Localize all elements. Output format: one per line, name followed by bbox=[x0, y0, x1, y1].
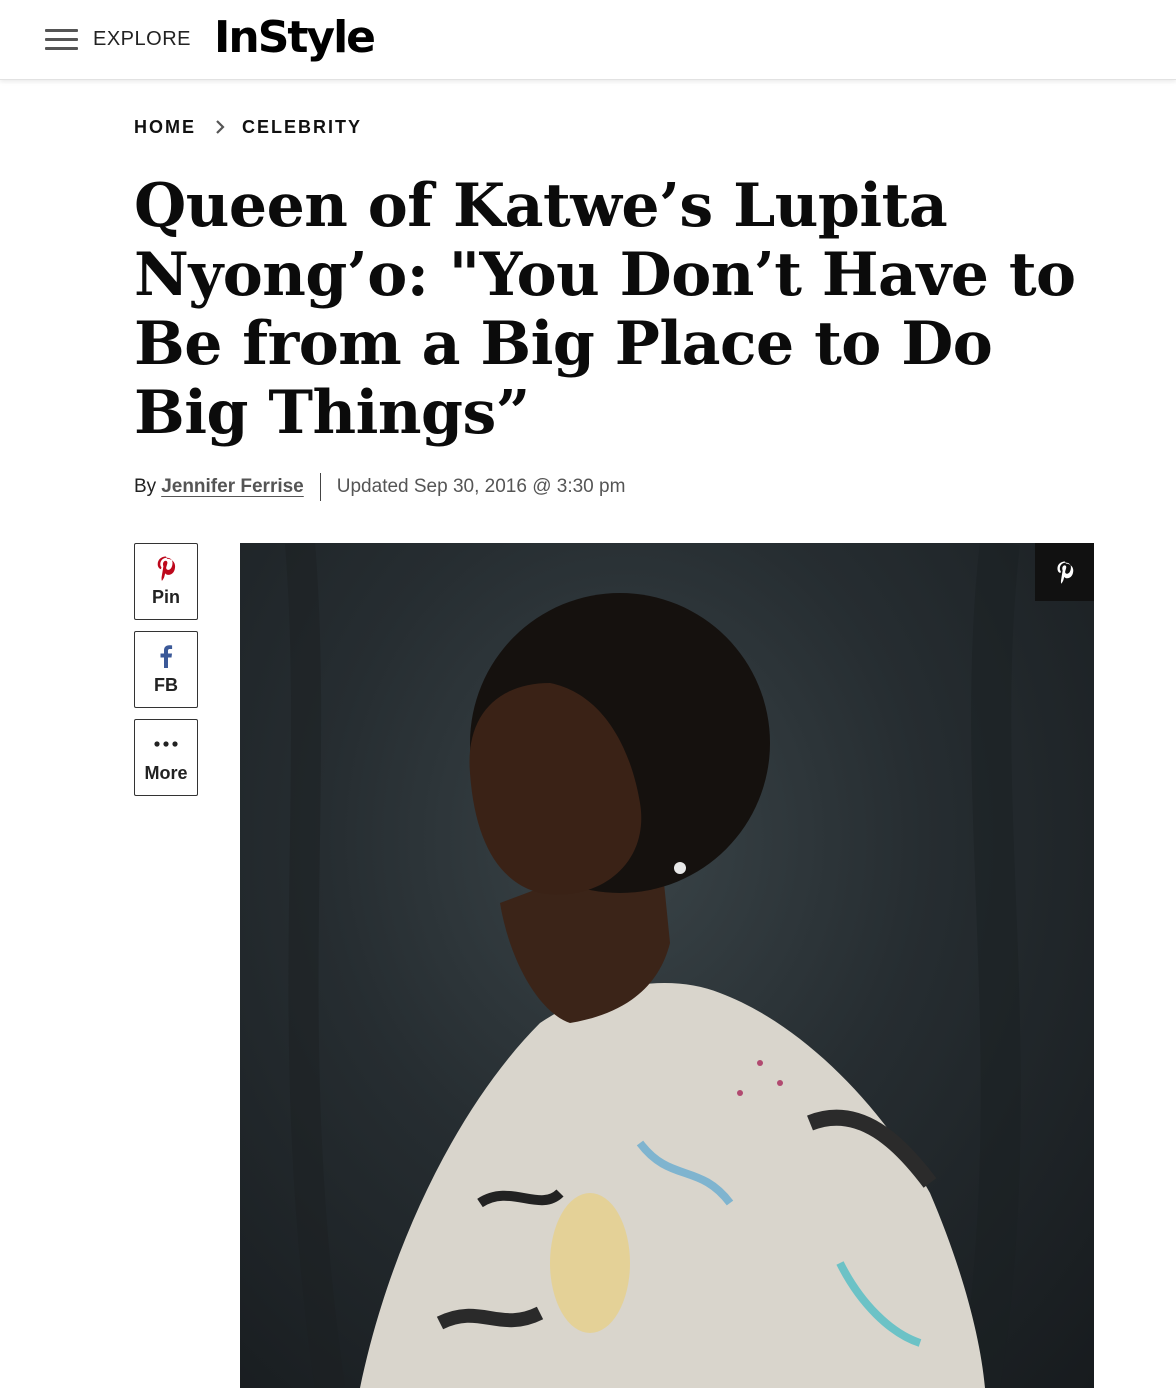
breadcrumb: HOME CELEBRITY bbox=[134, 115, 362, 139]
pinterest-icon bbox=[1056, 561, 1073, 584]
facebook-icon bbox=[160, 645, 173, 668]
breadcrumb-celebrity[interactable]: CELEBRITY bbox=[242, 117, 362, 138]
pin-share-button[interactable]: Pin bbox=[134, 543, 198, 620]
author-link[interactable]: Jennifer Ferrise bbox=[161, 476, 304, 498]
updated-timestamp: Updated Sep 30, 2016 @ 3:30 pm bbox=[336, 476, 626, 497]
fb-label: FB bbox=[154, 675, 178, 695]
chevron-right-icon bbox=[216, 120, 225, 134]
article-title: Queen of Katwe’s Lupita Nyong’o: "You Do… bbox=[134, 171, 1076, 448]
hamburger-menu-icon[interactable] bbox=[45, 29, 78, 51]
portrait-illustration bbox=[285, 543, 1021, 1388]
explore-menu-label[interactable]: EXPLORE bbox=[93, 28, 191, 51]
byline: By Jennifer Ferrise Updated Sep 30, 2016… bbox=[134, 473, 625, 501]
hero-photo bbox=[240, 543, 1094, 1388]
byline-prefix: By bbox=[134, 476, 157, 497]
more-label: More bbox=[144, 763, 188, 783]
pinterest-icon bbox=[157, 556, 176, 581]
more-share-button[interactable]: More bbox=[134, 719, 198, 796]
byline-divider bbox=[319, 473, 321, 501]
photo-pin-button[interactable] bbox=[1035, 543, 1094, 601]
site-header: EXPLORE InStyle bbox=[0, 0, 1176, 80]
breadcrumb-home[interactable]: HOME bbox=[134, 117, 196, 138]
instyle-logo[interactable]: InStyle bbox=[214, 12, 376, 63]
facebook-share-button[interactable]: FB bbox=[134, 631, 198, 708]
more-dots-icon bbox=[154, 741, 178, 747]
pin-label: Pin bbox=[151, 587, 180, 607]
